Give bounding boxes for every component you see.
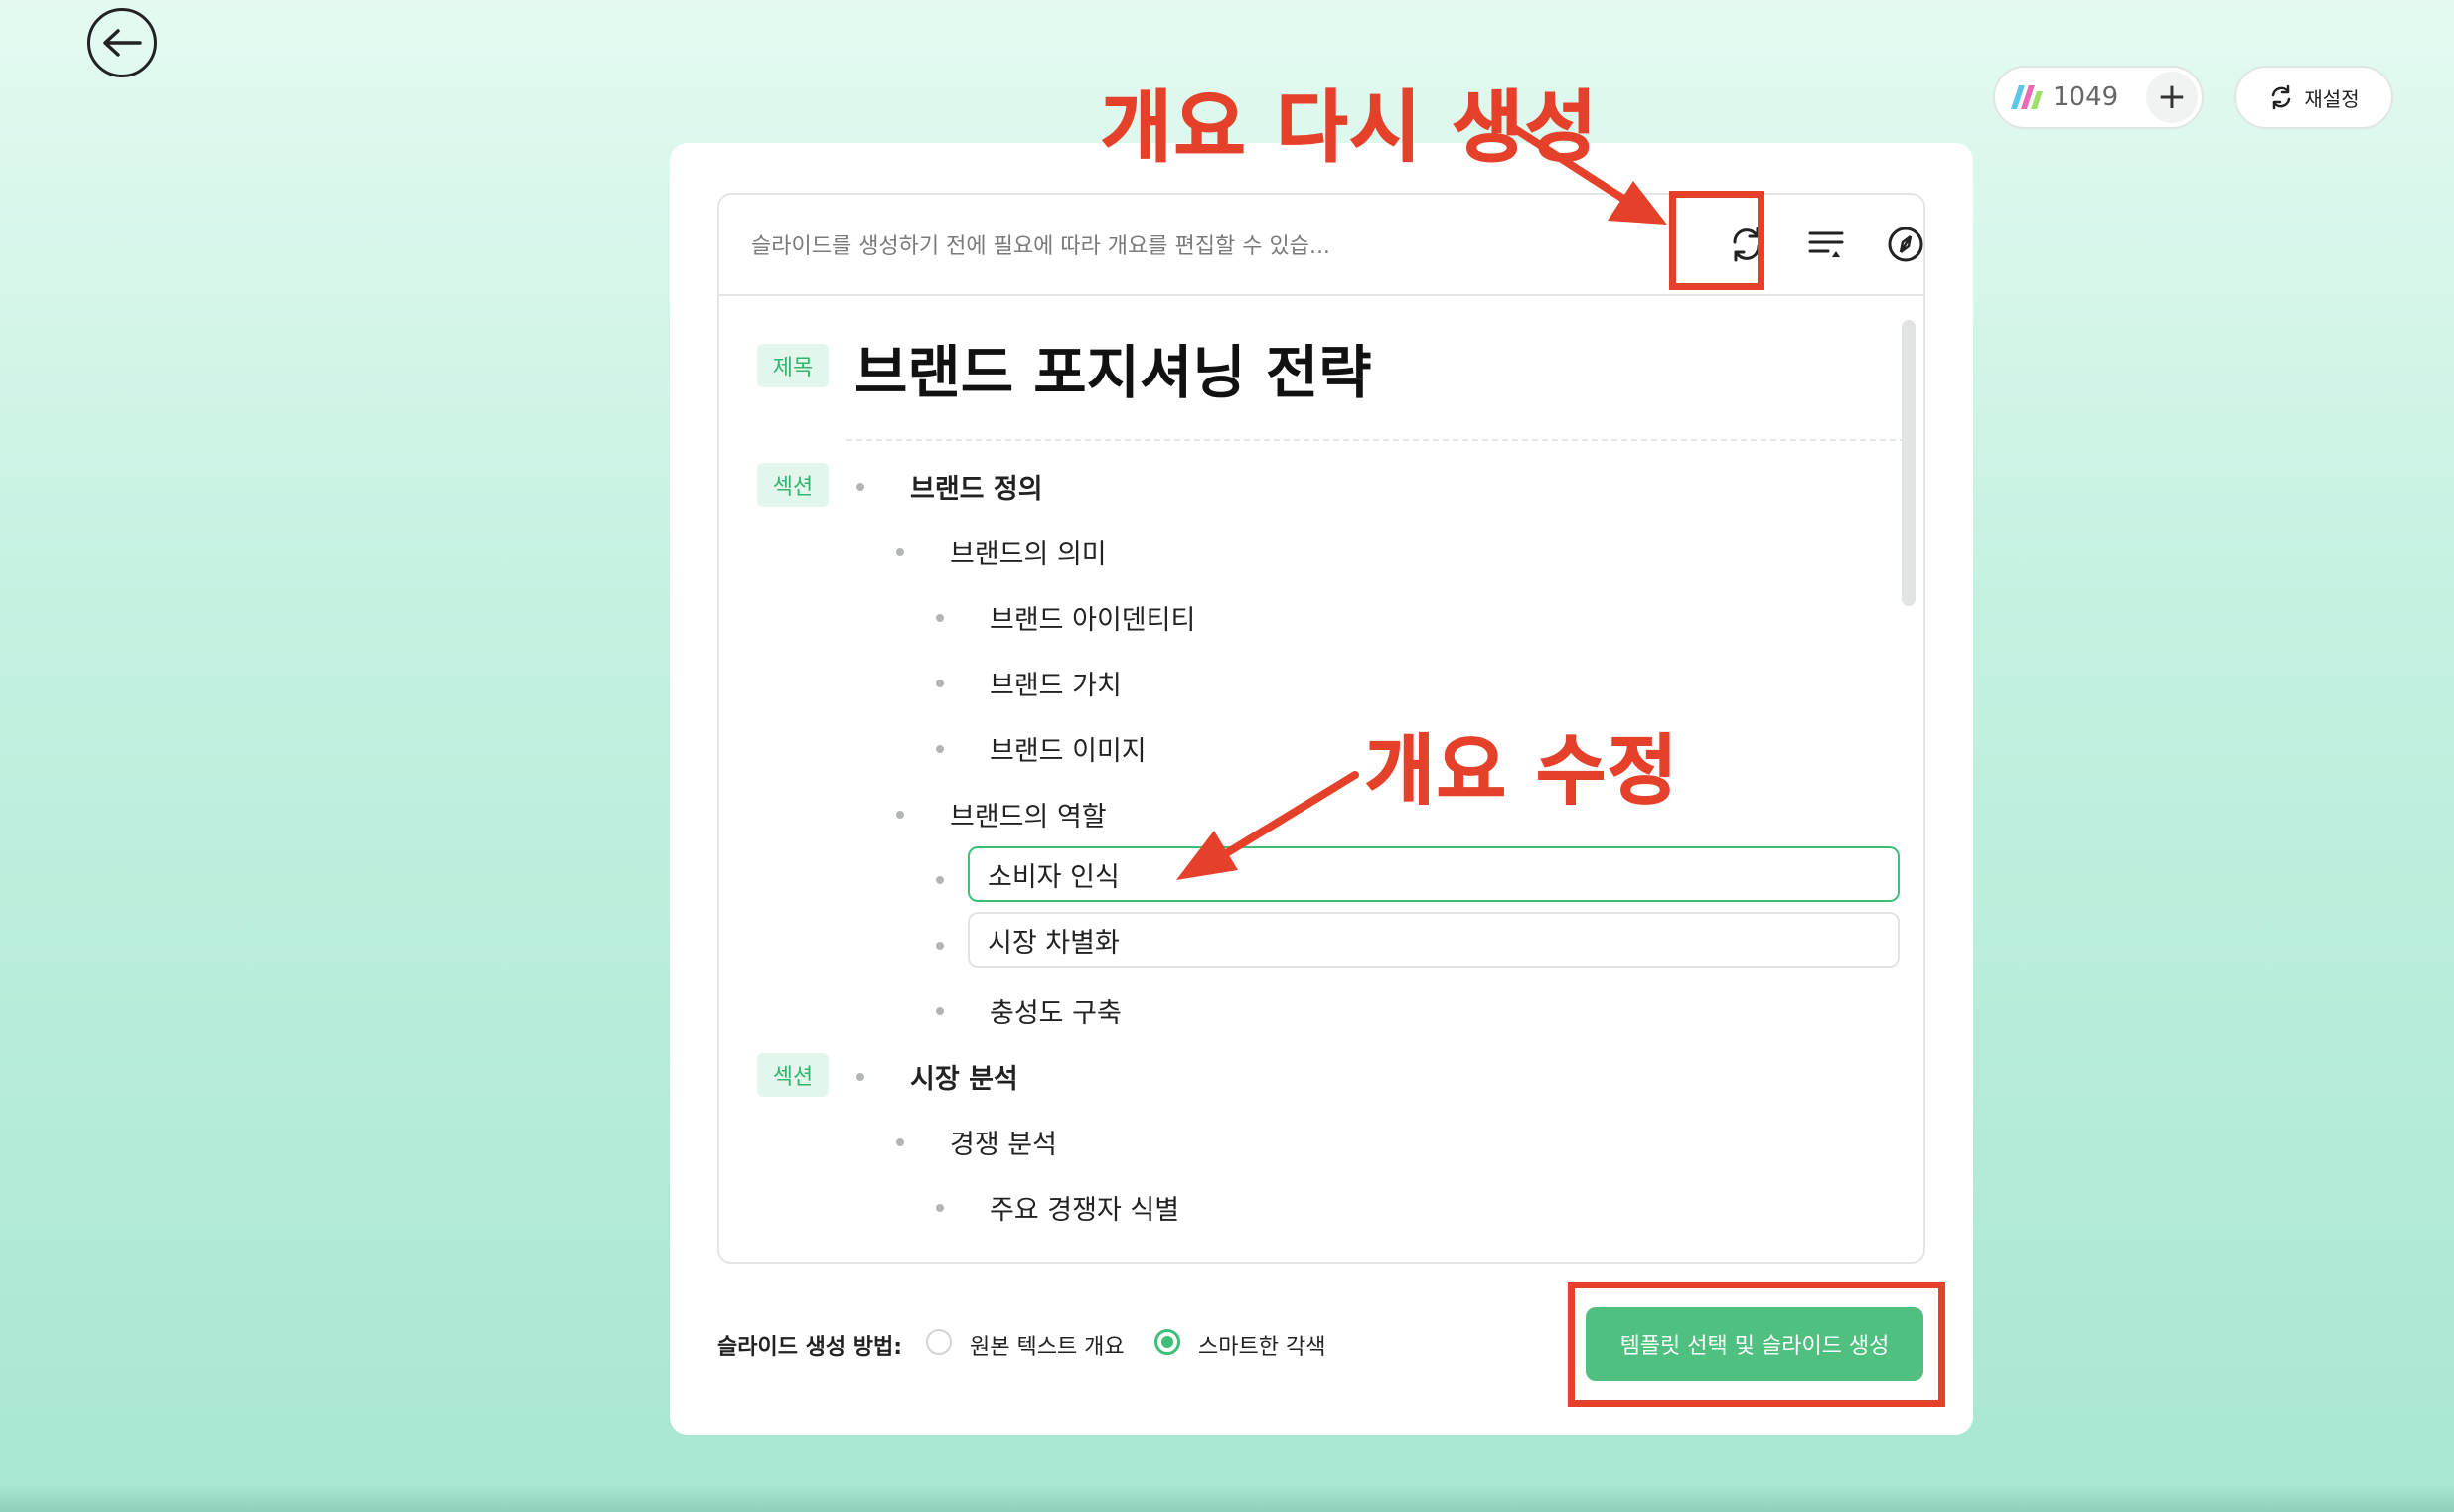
annotation-arrow <box>1176 771 1359 880</box>
annotation-arrows <box>1176 123 1667 880</box>
page-bottom-shade <box>0 1484 2454 1512</box>
annotation-arrow <box>1508 123 1667 225</box>
